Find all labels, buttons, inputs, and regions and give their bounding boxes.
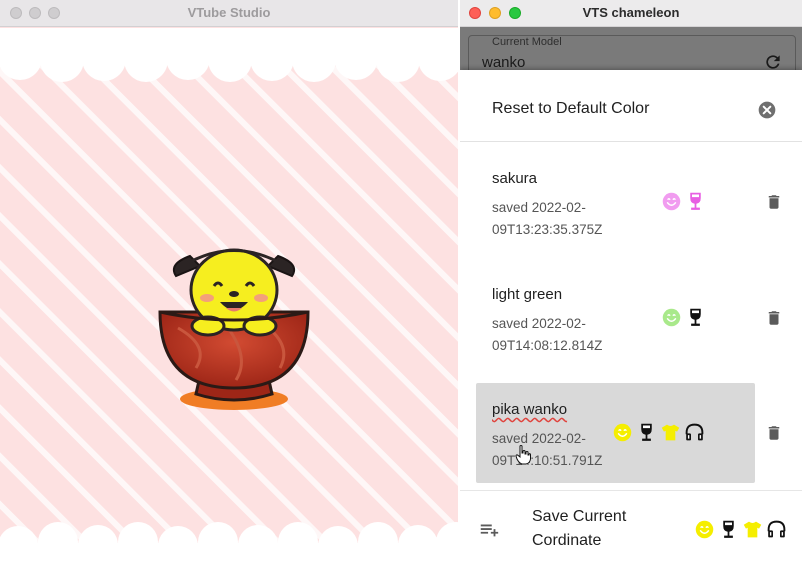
headphones-icon [767,520,786,537]
coordinate-item-sakura[interactable]: sakura saved 2022-02- 09T13:23:35.375Z [476,152,755,252]
shirt-icon [743,521,762,537]
wineglass-icon [690,308,701,326]
current-model-value[interactable]: wanko [482,54,525,71]
face-icon [662,192,681,210]
reset-default-color-label: Reset to Default Color [492,100,650,117]
face-icon [613,423,632,441]
reset-default-color-row[interactable]: Reset to Default Color [460,70,802,142]
vtube-studio-titlebar[interactable]: VTube Studio [0,0,458,27]
delete-icon[interactable] [765,308,783,328]
delete-icon[interactable] [765,192,783,212]
coordinate-icons [612,421,705,443]
coordinate-item-pika-wanko[interactable]: pika wanko saved 2022-02- 09T14:10:51.79… [476,383,755,483]
vts-chameleon-titlebar[interactable]: VTS chameleon [460,0,802,27]
face-icon [662,308,681,326]
delete-icon[interactable] [765,423,783,443]
close-icon[interactable] [757,100,777,120]
coordinate-icons [661,306,706,328]
coordinate-name: light green [492,286,563,303]
hand-cursor-icon [515,445,531,465]
coordinate-saved-date: saved 2022-02- 09T14:10:51.791Z [492,428,622,472]
vtube-studio-window: VTube Studio [0,0,458,570]
saved-line-1: saved 2022-02- [492,431,586,446]
current-model-legend: Current Model [489,36,565,48]
cloud-border-bottom [0,522,458,570]
cloud-border-top [0,28,458,82]
coordinate-name: pika wanko [492,401,568,418]
wineglass-icon [690,192,701,210]
shirt-icon [661,424,680,440]
save-coordinate-bar: Save Current Cordinate [460,490,802,570]
saved-line-1: saved 2022-02- [492,316,586,331]
playlist-add-icon[interactable] [478,519,500,541]
model-area: Current Model wanko [460,27,802,83]
coordinate-saved-date: saved 2022-02- 09T14:08:12.814Z [492,313,622,357]
saved-line-1: saved 2022-02- [492,200,586,215]
coordinate-icons [661,190,706,212]
saved-line-2: 09T14:08:12.814Z [492,338,603,353]
coordinate-sheet: Reset to Default Color sakura saved 2022… [460,70,802,570]
saved-line-2: 09T14:10:51.791Z [492,453,603,468]
wineglass-icon [641,423,652,441]
saved-line-2: 09T13:23:35.375Z [492,222,603,237]
vts-chameleon-window: VTS chameleon Current Model wanko Reset … [460,0,802,570]
save-icons [694,518,787,540]
coordinate-item-light-green[interactable]: light green saved 2022-02- 09T14:08:12.8… [476,268,755,368]
coordinate-saved-date: saved 2022-02- 09T13:23:35.375Z [492,197,622,241]
window-title: VTS chameleon [582,5,680,20]
face-icon [695,520,714,538]
coordinate-name: sakura [492,170,538,187]
refresh-icon[interactable] [763,52,783,72]
wineglass-icon [723,520,734,538]
save-current-coordinate-button[interactable]: Save Current Cordinate [532,505,652,553]
model-stage[interactable] [0,28,458,570]
window-title: VTube Studio [187,5,271,20]
headphones-icon [685,423,704,440]
